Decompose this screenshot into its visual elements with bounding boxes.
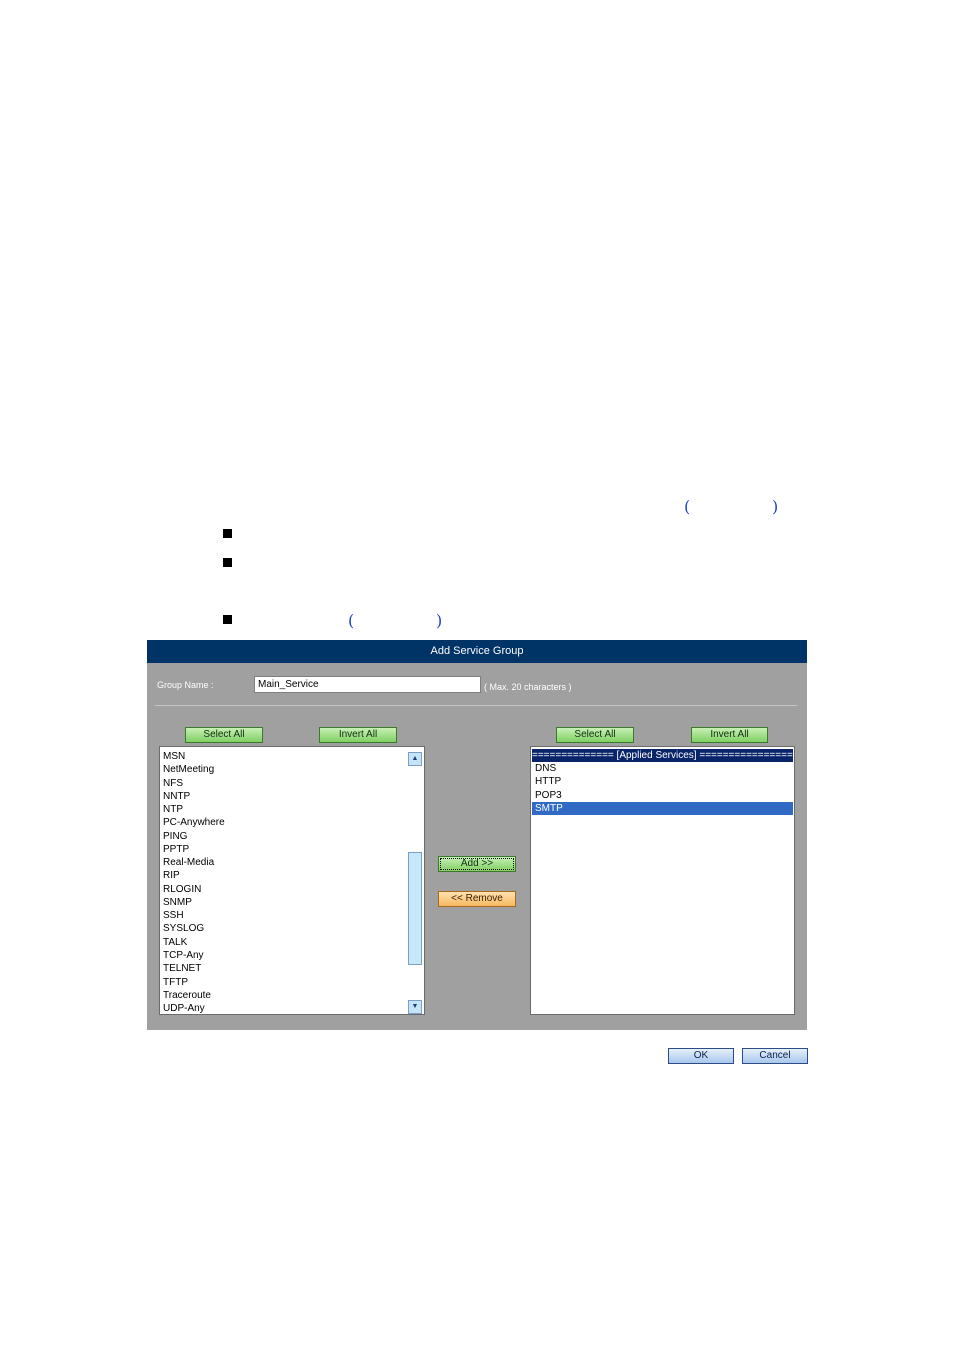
remove-button[interactable]: << Remove — [438, 891, 516, 907]
dialog-title: Add Service Group — [147, 640, 807, 663]
available-service-item[interactable]: SYSLOG — [160, 922, 424, 935]
available-service-item[interactable]: UDP-Any — [160, 1002, 424, 1014]
applied-service-item[interactable]: DNS — [532, 762, 793, 775]
bullet-2 — [223, 558, 232, 567]
add-service-group-dialog: Add Service Group Group Name : ( Max. 20… — [147, 640, 807, 1030]
left-select-all-button[interactable]: Select All — [185, 727, 263, 743]
left-invert-all-button[interactable]: Invert All — [319, 727, 397, 743]
available-service-item[interactable]: RLOGIN — [160, 883, 424, 896]
open-paren-2: ( — [348, 611, 355, 630]
right-invert-all-button[interactable]: Invert All — [691, 727, 768, 743]
ok-button[interactable]: OK — [668, 1048, 734, 1064]
available-service-item[interactable]: NFS — [160, 777, 424, 790]
scroll-thumb[interactable] — [408, 852, 422, 965]
available-service-item[interactable]: Real-Media — [160, 856, 424, 869]
available-service-item[interactable]: MSN — [160, 750, 424, 763]
applied-service-item[interactable]: HTTP — [532, 775, 793, 788]
close-paren-1: ) — [772, 497, 779, 516]
applied-service-item[interactable]: SMTP — [532, 801, 793, 816]
available-services-list[interactable]: MSN NetMeeting NFS NNTP NTP PC-Anywhere PING PP… — [159, 746, 425, 1015]
add-button[interactable]: Add >> — [438, 856, 516, 872]
available-service-item[interactable]: TALK — [160, 936, 424, 949]
available-service-item[interactable]: TFTP — [160, 976, 424, 989]
available-service-item[interactable]: TCP-Any — [160, 949, 424, 962]
available-service-item[interactable]: NetMeeting — [160, 763, 424, 776]
available-service-item[interactable]: PC-Anywhere — [160, 816, 424, 829]
group-name-label: Group Name : — [157, 680, 214, 690]
right-select-all-button[interactable]: Select All — [556, 727, 634, 743]
group-name-input[interactable] — [254, 676, 481, 693]
max-chars-note: ( Max. 20 characters ) — [484, 682, 572, 692]
available-service-item[interactable]: TELNET — [160, 962, 424, 975]
available-service-item[interactable]: NNTP — [160, 790, 424, 803]
close-paren-2: ) — [436, 611, 443, 630]
available-service-item[interactable]: PING — [160, 830, 424, 843]
available-service-item[interactable]: SSH — [160, 909, 424, 922]
scroll-up-icon[interactable]: ▲ — [408, 752, 422, 766]
bullet-3 — [223, 615, 232, 624]
divider — [155, 705, 797, 706]
applied-service-item[interactable]: POP3 — [532, 789, 793, 802]
available-services-scrollbar[interactable]: ▲ ▼ — [408, 749, 422, 1014]
scroll-down-icon[interactable]: ▼ — [408, 1000, 422, 1014]
applied-services-header: ============== [Applied Services] ======… — [532, 749, 793, 762]
available-service-item[interactable]: NTP — [160, 803, 424, 816]
applied-services-list[interactable]: ============== [Applied Services] ======… — [530, 746, 795, 1015]
open-paren-1: ( — [684, 497, 691, 516]
available-service-item[interactable]: PPTP — [160, 843, 424, 856]
available-service-item[interactable]: Traceroute — [160, 989, 424, 1002]
bullet-1 — [223, 529, 232, 538]
cancel-button[interactable]: Cancel — [742, 1048, 808, 1064]
available-service-item[interactable]: RIP — [160, 869, 424, 882]
available-service-item[interactable]: SNMP — [160, 896, 424, 909]
